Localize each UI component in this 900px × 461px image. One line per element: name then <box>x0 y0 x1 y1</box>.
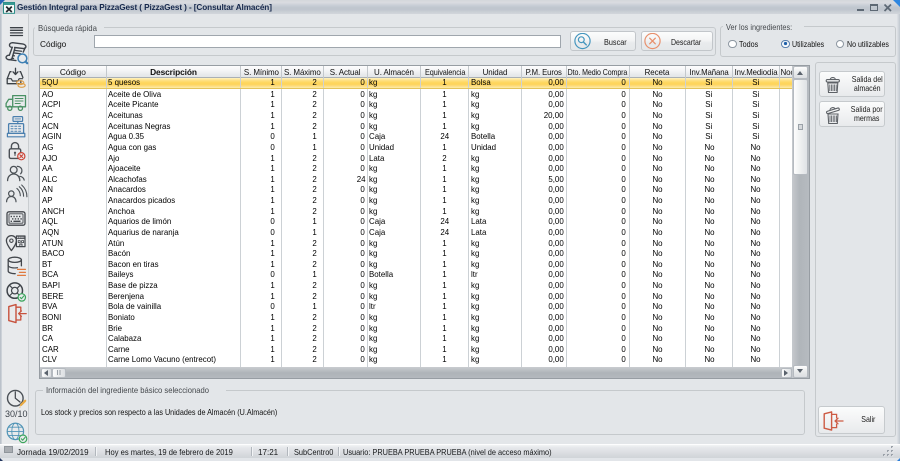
svg-text:30/10: 30/10 <box>5 409 28 419</box>
